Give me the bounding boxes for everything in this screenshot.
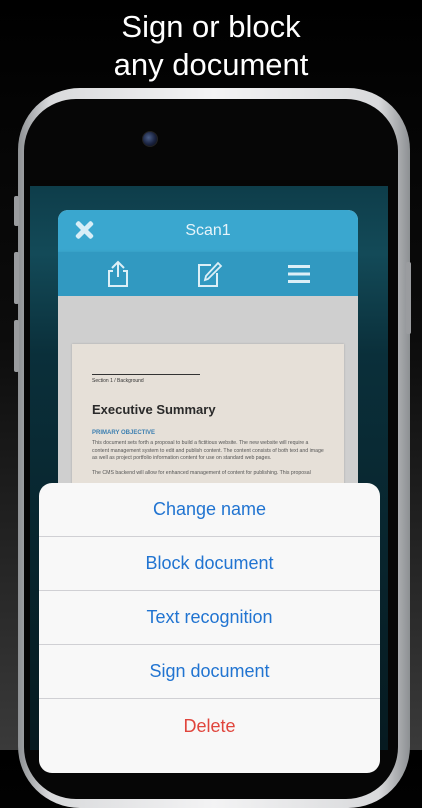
page-paragraph-2: The CMS backend will allow for enhanced … [92, 470, 311, 476]
change-name-button[interactable]: Change name [39, 483, 380, 537]
phone-volume-down [14, 320, 19, 372]
promo-headline: Sign or block any document [0, 8, 422, 84]
phone-mute-switch [14, 196, 19, 226]
page-subheading: PRIMARY OBJECTIVE [92, 430, 156, 436]
phone-power-button [406, 262, 411, 334]
delete-button[interactable]: Delete [39, 699, 380, 753]
action-sheet: Change name Block document Text recognit… [39, 483, 380, 773]
menu-icon[interactable] [284, 260, 314, 288]
share-icon[interactable] [103, 260, 133, 288]
headline-line-2: any document [113, 47, 309, 82]
page-heading: Executive Summary [92, 402, 216, 417]
phone-volume-up [14, 252, 19, 304]
page-section-label: Section 1 / Background [92, 378, 144, 384]
document-title: Scan1 [185, 222, 231, 239]
edit-icon[interactable] [193, 260, 223, 288]
page-paragraph-1: This document sets forth a proposal to b… [92, 440, 324, 461]
text-recognition-button[interactable]: Text recognition [39, 591, 380, 645]
sign-document-button[interactable]: Sign document [39, 645, 380, 699]
title-bar: Scan1 [58, 210, 358, 252]
page-rule [92, 374, 200, 375]
front-camera [142, 131, 158, 147]
block-document-button[interactable]: Block document [39, 537, 380, 591]
toolbar [58, 252, 358, 296]
headline-line-1: Sign or block [121, 9, 301, 44]
